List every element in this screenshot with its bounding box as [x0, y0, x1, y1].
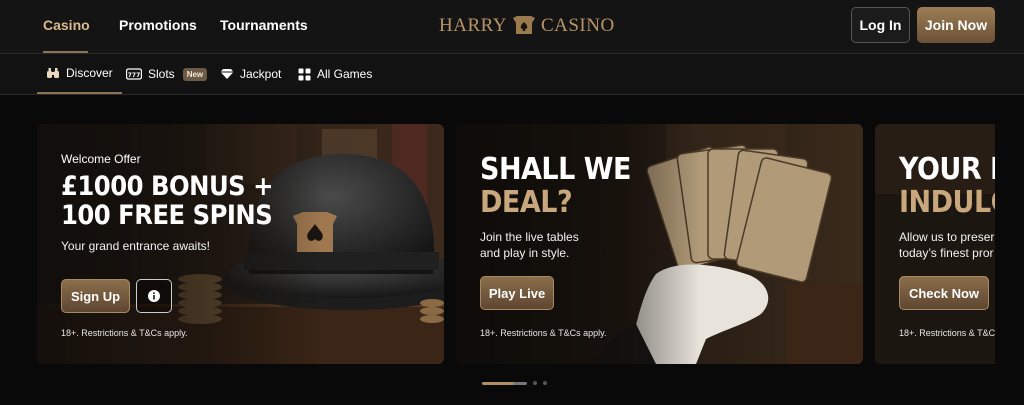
promo-card-welcome-offer[interactable]: Welcome Offer £1000 BONUS + 100 FREE SPI… — [37, 124, 444, 364]
subnav-jackpot-label: Jackpot — [240, 67, 282, 81]
svg-text:777: 777 — [128, 72, 141, 79]
logo-text-right: CASINO — [540, 15, 615, 36]
hat-spade-logo-icon — [512, 16, 535, 34]
info-icon — [148, 290, 160, 302]
promo-headline-line1: SHALL WE — [480, 152, 631, 187]
subnav-all-games-label: All Games — [317, 67, 373, 81]
sign-up-button[interactable]: Sign Up — [61, 279, 130, 313]
promo-headline-line2: INDULGEN — [899, 185, 995, 220]
promo-description-line1: Join the live tables — [480, 230, 579, 244]
nav-promotions[interactable]: Promotions — [119, 0, 197, 53]
terms-text: 18+. Restrictions & T&Cs apply. — [480, 328, 607, 338]
subnav-discover-label: Discover — [66, 66, 113, 80]
promo-description-line1: Allow us to preser — [899, 230, 995, 244]
grid-icon — [298, 68, 311, 80]
promo-carousel: Welcome Offer £1000 BONUS + 100 FREE SPI… — [0, 95, 1024, 405]
game-category-nav: Discover 777 Slots New Jackpot All Games — [0, 54, 1024, 95]
promo-headline: £1000 BONUS + 100 FREE SPINS — [61, 172, 273, 230]
promo-headline: SHALL WE DEAL? — [480, 153, 631, 219]
promo-description: Join the live tables and play in style. — [480, 229, 631, 261]
harry-casino-logo[interactable]: HARRY CASINO — [439, 13, 615, 39]
live-tables-text: SHALL WE DEAL? Join the live tables and … — [480, 153, 631, 261]
subnav-all-games[interactable]: All Games — [298, 54, 372, 94]
nav-casino[interactable]: Casino — [43, 0, 90, 53]
promo-headline-line1: £1000 BONUS + — [61, 171, 273, 202]
info-button[interactable] — [136, 279, 172, 313]
promo-description-line2: today’s finest pror — [899, 246, 994, 260]
promo-eyebrow: Welcome Offer — [61, 152, 141, 166]
top-navigation-bar: Casino Promotions Tournaments HARRY CASI… — [0, 0, 1024, 54]
diamond-icon — [220, 69, 234, 79]
promo-description: Your grand entrance awaits! — [61, 239, 210, 253]
binoculars-icon — [47, 68, 59, 78]
new-badge: New — [182, 67, 208, 81]
subnav-slots-label: Slots — [148, 67, 175, 81]
welcome-offer-text: Welcome Offer £1000 BONUS + 100 FREE SPI… — [61, 152, 273, 254]
promo-card-indulgence[interactable]: YOUR NEX INDULGEN Allow us to preser tod… — [875, 124, 995, 364]
promo-description: Allow us to preser today’s finest pror — [899, 229, 995, 261]
join-now-button[interactable]: Join Now — [917, 7, 995, 43]
play-live-button[interactable]: Play Live — [480, 276, 554, 310]
check-now-button[interactable]: Check Now — [899, 276, 989, 310]
promo-headline-line2: 100 FREE SPINS — [61, 200, 273, 231]
logo-text-left: HARRY — [439, 15, 507, 36]
nav-tournaments[interactable]: Tournaments — [220, 0, 308, 53]
carousel-dot-3[interactable] — [543, 381, 547, 385]
promo-description-line2: and play in style. — [480, 246, 570, 260]
promo-card-live-tables[interactable]: SHALL WE DEAL? Join the live tables and … — [456, 124, 863, 364]
slot-machine-icon: 777 — [126, 68, 142, 80]
promo-headline: YOUR NEX INDULGEN — [899, 153, 995, 219]
carousel-pagination — [482, 381, 547, 385]
login-button[interactable]: Log In — [851, 7, 910, 43]
subnav-jackpot[interactable]: Jackpot — [220, 54, 281, 94]
carousel-dot-1[interactable] — [482, 381, 527, 385]
subnav-slots[interactable]: 777 Slots New — [126, 54, 208, 94]
indulgence-text: YOUR NEX INDULGEN Allow us to preser tod… — [899, 153, 995, 261]
promo-headline-line1: YOUR NEX — [899, 152, 995, 187]
terms-text: 18+. Restrictions & T&C — [899, 328, 995, 338]
terms-text: 18+. Restrictions & T&Cs apply. — [61, 328, 188, 338]
carousel-dot-2[interactable] — [533, 381, 537, 385]
subnav-discover[interactable]: Discover — [37, 54, 122, 94]
promo-headline-line2: DEAL? — [480, 185, 573, 220]
